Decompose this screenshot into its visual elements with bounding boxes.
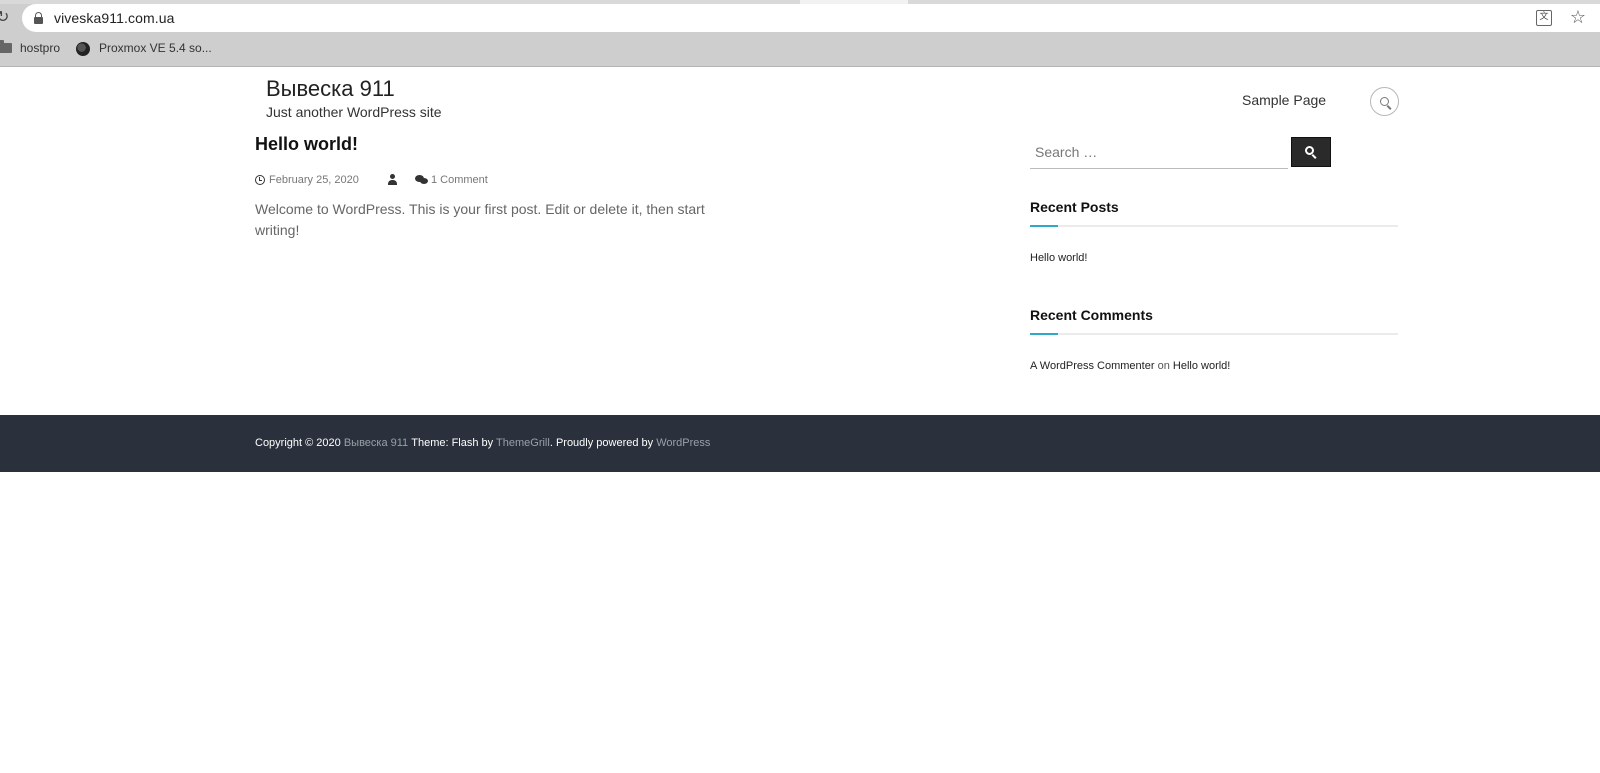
recent-post-link[interactable]: Hello world! <box>1030 252 1087 264</box>
recent-comments-divider <box>1030 333 1398 335</box>
header-search-button[interactable] <box>1370 87 1399 116</box>
nav-sample-page[interactable]: Sample Page <box>1242 92 1326 108</box>
post-title[interactable]: Hello world! <box>255 134 358 155</box>
search-icon <box>1380 97 1392 110</box>
bookmark-hostpro[interactable]: hostpro <box>20 39 60 57</box>
lock-icon[interactable] <box>34 12 43 24</box>
bookmark-star-icon[interactable]: ☆ <box>1570 7 1586 28</box>
site-title[interactable]: Вывеска 911 <box>266 76 395 102</box>
post-comments-link[interactable]: 1 Comment <box>431 172 488 188</box>
footer-copyright: Copyright © 2020 <box>255 437 344 449</box>
recent-posts-title: Recent Posts <box>1030 199 1119 215</box>
footer-credits: Copyright © 2020 Вывеска 911 Theme: Flas… <box>255 437 710 449</box>
url-text[interactable]: viveska911.com.ua <box>54 10 175 26</box>
sidebar-search-button[interactable] <box>1291 137 1331 167</box>
footer-theme-text: Theme: Flash by <box>408 437 497 449</box>
comment-author: A WordPress Commenter <box>1030 360 1155 372</box>
search-icon <box>1305 146 1317 159</box>
footer-themegrill-link[interactable]: ThemeGrill <box>496 437 550 449</box>
folder-icon <box>0 40 12 53</box>
footer-site-link[interactable]: Вывеска 911 <box>344 437 408 449</box>
comments-icon <box>415 174 429 186</box>
user-icon[interactable] <box>388 174 398 186</box>
recent-comments-title: Recent Comments <box>1030 307 1153 323</box>
translate-icon[interactable]: 文 <box>1536 10 1552 26</box>
reload-icon[interactable]: ↻ <box>0 8 10 26</box>
address-bar[interactable]: viveska911.com.ua 文 ☆ <box>22 4 1600 32</box>
footer-wordpress-link[interactable]: WordPress <box>656 437 710 449</box>
recent-comment-item: A WordPress Commenter on Hello world! <box>1030 360 1230 372</box>
site-tagline: Just another WordPress site <box>266 104 442 120</box>
proxmox-favicon-icon <box>76 42 90 56</box>
bookmark-proxmox[interactable]: Proxmox VE 5.4 so... <box>99 39 212 57</box>
post-excerpt: Welcome to WordPress. This is your first… <box>255 201 705 238</box>
site-footer: Copyright © 2020 Вывеска 911 Theme: Flas… <box>0 415 1600 472</box>
footer-powered-text: . Proudly powered by <box>549 437 657 449</box>
comment-post-link[interactable]: Hello world! <box>1173 360 1230 372</box>
sidebar-search-input[interactable] <box>1030 135 1288 169</box>
browser-chrome: ↻ viveska911.com.ua 文 ☆ hostpro Proxmox … <box>0 0 1600 67</box>
comment-on-text: on <box>1157 360 1170 372</box>
clock-icon <box>255 175 265 185</box>
recent-posts-divider <box>1030 225 1398 227</box>
post-date[interactable]: February 25, 2020 <box>269 172 359 188</box>
